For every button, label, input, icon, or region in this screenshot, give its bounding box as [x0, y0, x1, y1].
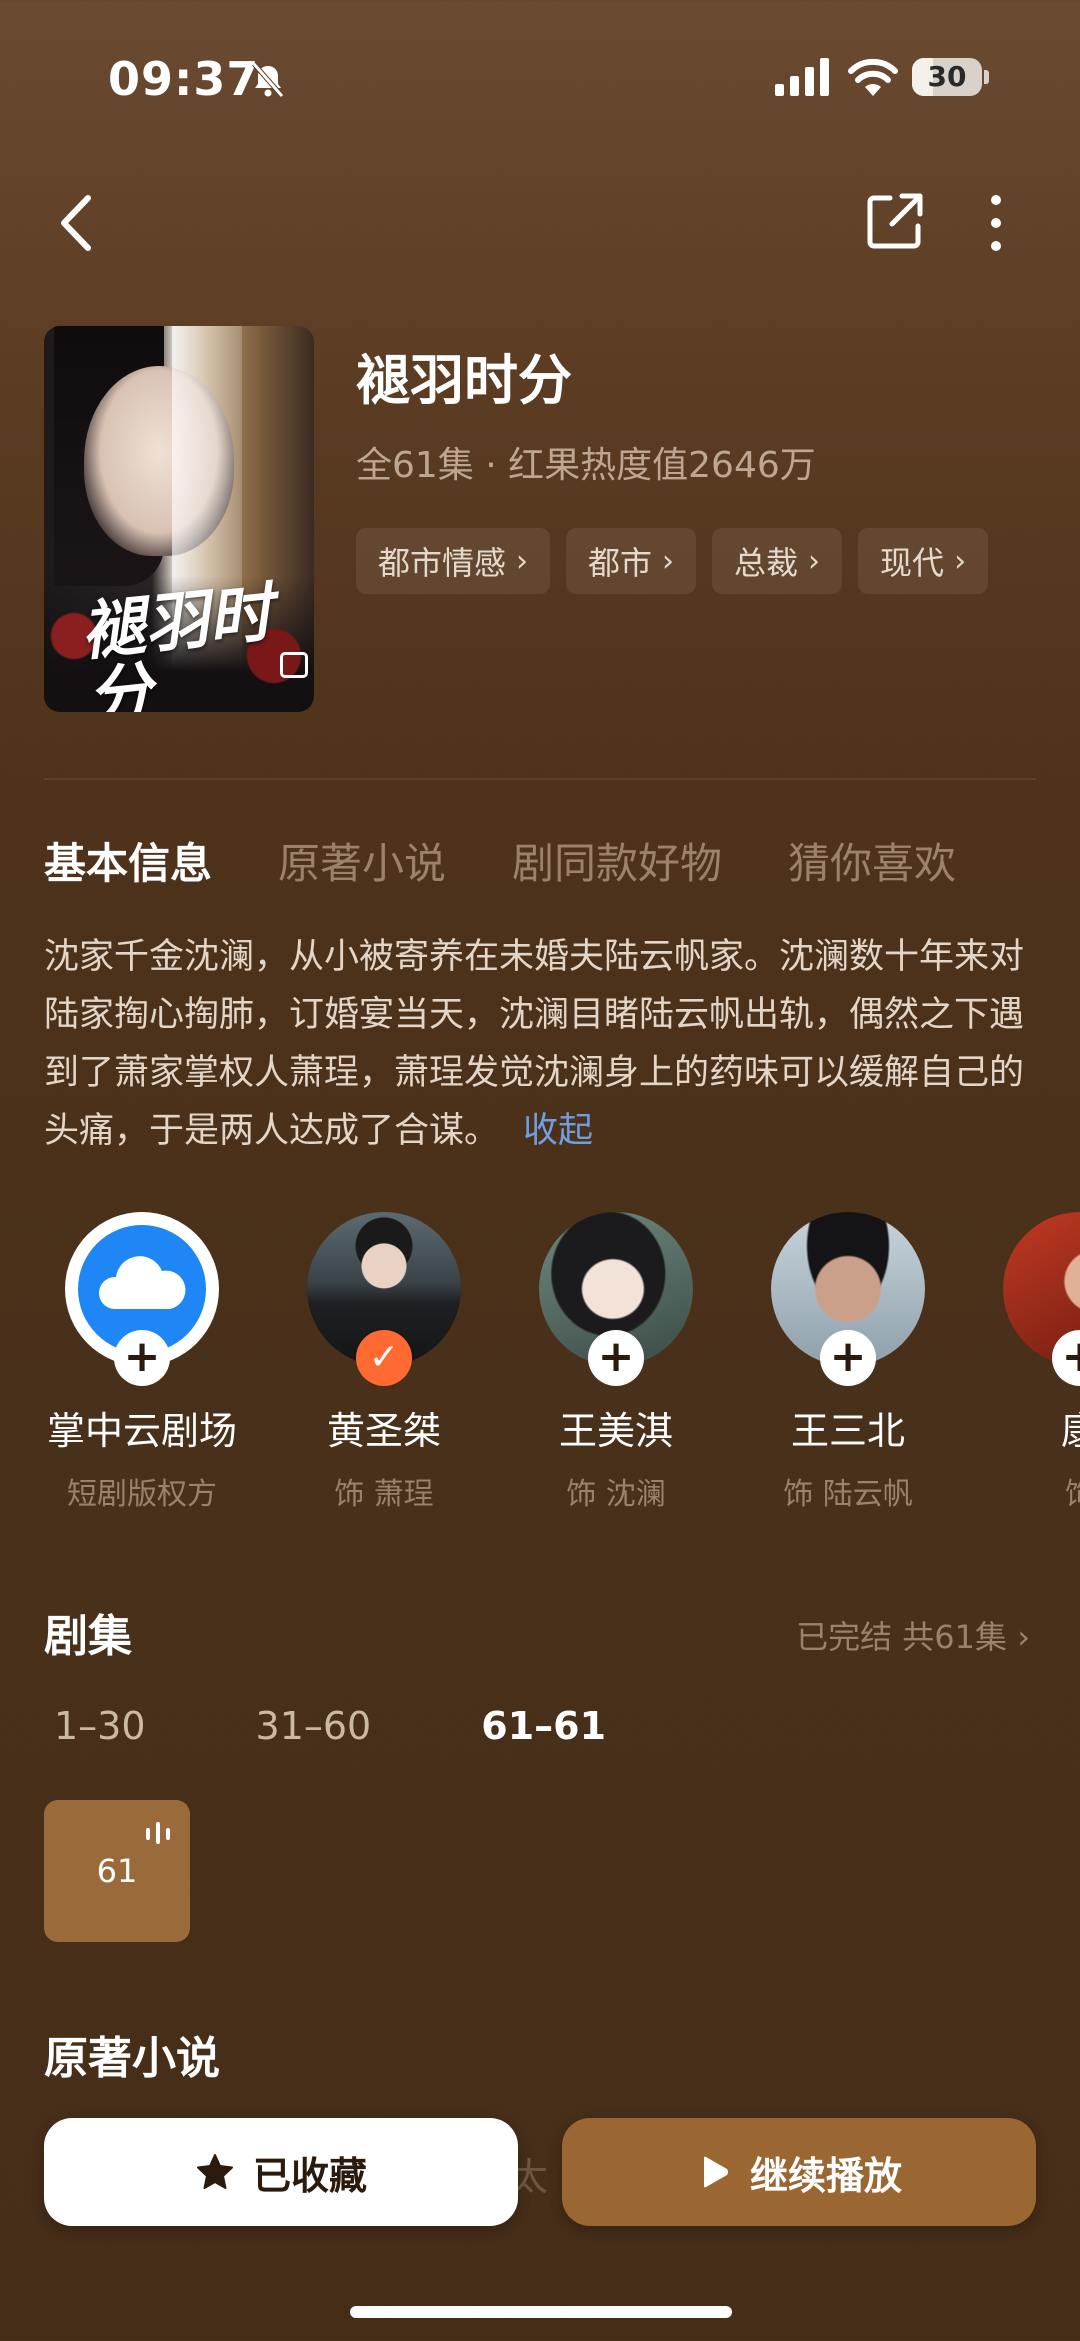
- cast-item[interactable]: + 康 饰: [970, 1212, 1080, 1513]
- tag-list: 都市情感 › 都市 › 总裁 › 现代 ›: [356, 528, 989, 594]
- episode-range-tabs: 1–30 31–60 61–61: [54, 1704, 606, 1748]
- follow-button[interactable]: +: [820, 1330, 876, 1386]
- tag-chip[interactable]: 都市 ›: [566, 528, 697, 594]
- episodes-heading: 剧集: [44, 1611, 132, 1662]
- favorite-label: 已收藏: [252, 2153, 367, 2198]
- range-tab[interactable]: 31–60: [256, 1704, 372, 1748]
- follow-button[interactable]: +: [588, 1330, 644, 1386]
- cast-name: 黄圣桀: [326, 1409, 441, 1453]
- cellular-signal-icon: [775, 58, 829, 96]
- range-tab[interactable]: 1–30: [54, 1704, 146, 1748]
- tag-chip[interactable]: 总裁 ›: [712, 528, 843, 594]
- favorite-button[interactable]: 已收藏: [44, 2118, 518, 2226]
- star-icon: [196, 2154, 233, 2189]
- tab-basic-info[interactable]: 基本信息: [44, 830, 212, 891]
- battery-indicator: 30: [912, 58, 989, 96]
- divider: [44, 778, 1036, 780]
- chevron-right-icon: ›: [1017, 1618, 1030, 1656]
- cast-item[interactable]: + 王美淇 饰 沈澜: [506, 1212, 726, 1513]
- chevron-right-icon: ›: [954, 543, 967, 579]
- episodes-status-link[interactable]: 已完结 共61集 ›: [796, 1612, 1030, 1658]
- chevron-right-icon: ›: [808, 543, 821, 579]
- home-indicator[interactable]: [350, 2306, 732, 2318]
- section-tabs: 基本信息 原著小说 剧同款好物 猜你喜欢: [44, 830, 956, 891]
- cast-name: 康: [1060, 1409, 1080, 1453]
- cast-role: 饰: [970, 1469, 1080, 1513]
- more-options-icon[interactable]: [984, 192, 1008, 254]
- tab-merchandise[interactable]: 剧同款好物: [512, 830, 722, 891]
- drama-title: 褪羽时分: [356, 349, 572, 412]
- tag-chip[interactable]: 都市情感 ›: [356, 528, 551, 594]
- avatar: +: [771, 1212, 925, 1386]
- range-tab[interactable]: 61–61: [481, 1704, 606, 1748]
- back-icon[interactable]: [50, 190, 110, 256]
- cast-name: 王美淇: [558, 1409, 673, 1453]
- playing-bars-icon: [146, 1822, 170, 1844]
- cast-name: 掌中云剧场: [46, 1409, 237, 1453]
- avatar: +: [539, 1212, 693, 1386]
- cast-item[interactable]: ✓ 黄圣桀 饰 萧珵: [274, 1212, 494, 1513]
- cast-role: 短剧版权方: [67, 1477, 217, 1512]
- share-icon[interactable]: [862, 190, 926, 254]
- episode-number: 61: [96, 1852, 138, 1890]
- tab-recommendations[interactable]: 猜你喜欢: [788, 830, 956, 891]
- play-icon: [703, 2156, 728, 2188]
- novel-heading: 原著小说: [44, 2033, 220, 2084]
- avatar: +: [1003, 1212, 1080, 1386]
- mute-bell-icon: [252, 62, 284, 98]
- chevron-right-icon: ›: [662, 543, 675, 579]
- synopsis: 沈家千金沈澜，从小被寄养在未婚夫陆云帆家。沈澜数十年来对陆家掏心掏肺，订婚宴当天…: [44, 928, 1044, 1160]
- tag-chip[interactable]: 现代 ›: [858, 528, 989, 594]
- tab-original-novel[interactable]: 原著小说: [278, 830, 446, 891]
- status-time: 09:37: [108, 52, 260, 106]
- cast-role: 饰 萧珵: [334, 1477, 434, 1512]
- wifi-icon: [848, 58, 898, 96]
- cast-name: 王三北: [790, 1409, 905, 1453]
- cover-title-art: 褪羽时分: [77, 575, 276, 712]
- cast-list: + 掌中云剧场 短剧版权方 ✓ 黄圣桀 饰 萧珵 + 王美淇 饰 沈澜 + 王三…: [0, 1212, 1080, 1532]
- avatar: +: [65, 1212, 219, 1386]
- cast-item[interactable]: + 王三北 饰 陆云帆: [738, 1212, 958, 1513]
- cast-item[interactable]: + 掌中云剧场 短剧版权方: [32, 1212, 252, 1513]
- continue-play-button[interactable]: 继续播放: [562, 2118, 1036, 2226]
- cast-role: 饰 沈澜: [566, 1477, 666, 1512]
- continue-label: 继续播放: [749, 2153, 902, 2198]
- cast-role: 饰 陆云帆: [783, 1477, 913, 1512]
- episode-tile[interactable]: 61: [44, 1800, 190, 1942]
- follow-button[interactable]: +: [114, 1330, 170, 1386]
- drama-cover-image[interactable]: 褪羽时分: [44, 326, 314, 712]
- cover-badge-icon: [280, 652, 308, 678]
- followed-check-icon[interactable]: ✓: [356, 1330, 412, 1386]
- avatar: ✓: [307, 1212, 461, 1386]
- collapse-link[interactable]: 收起: [523, 1111, 593, 1151]
- battery-percent: 30: [927, 60, 967, 93]
- chevron-right-icon: ›: [516, 543, 529, 579]
- drama-meta: 全61集 · 红果热度值2646万: [356, 445, 816, 486]
